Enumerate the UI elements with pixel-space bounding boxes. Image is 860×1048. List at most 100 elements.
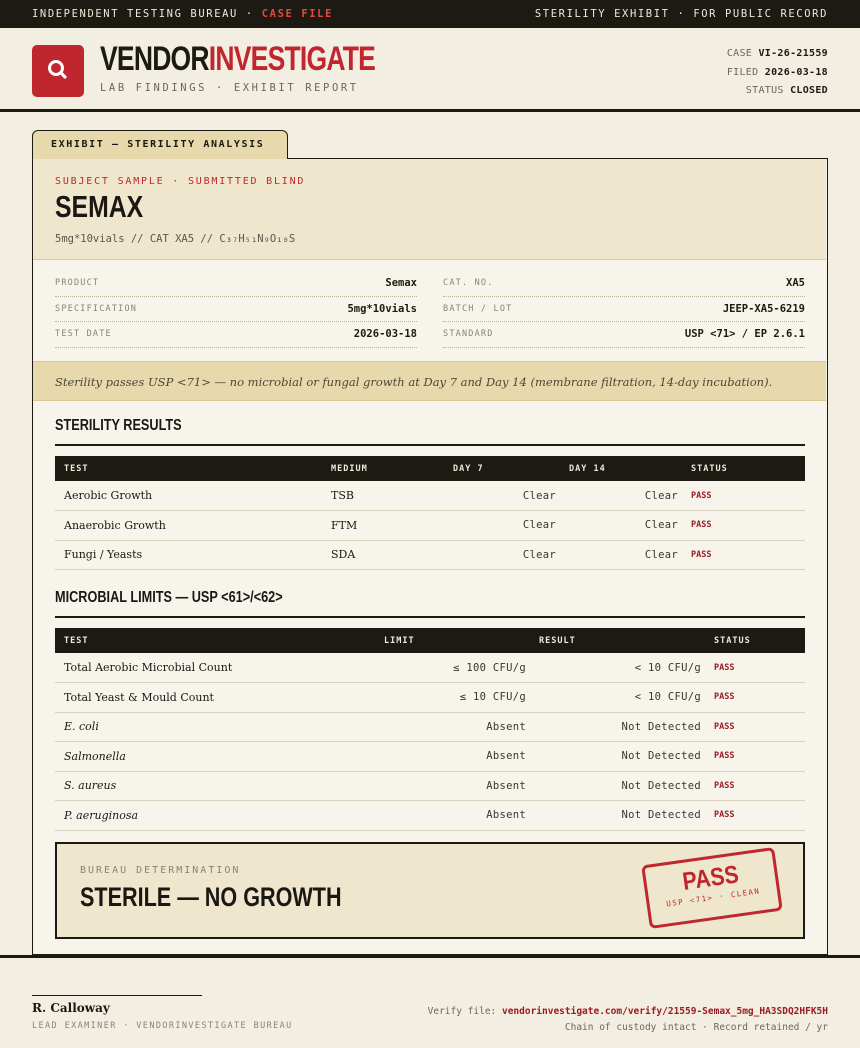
limit: Absent bbox=[375, 712, 530, 742]
test-name: S. aureus bbox=[55, 771, 375, 801]
microbial-section-title: MICROBIAL LIMITS — USP <61>/<62> bbox=[55, 589, 283, 606]
determination-value: STERILE — NO GROWTH bbox=[80, 882, 342, 912]
status-badge: PASS bbox=[705, 771, 805, 801]
spec-row: STANDARD USP <71> / EP 2.6.1 bbox=[443, 322, 805, 348]
medium: SDA bbox=[322, 540, 444, 570]
spec-key: BATCH / LOT bbox=[443, 303, 513, 314]
top-bar-left: INDEPENDENT TESTING BUREAU · CASE FILE bbox=[32, 8, 333, 20]
examiner-name: R. Calloway bbox=[32, 1001, 110, 1015]
spec-key: CAT. NO. bbox=[443, 278, 494, 289]
top-bar: INDEPENDENT TESTING BUREAU · CASE FILE S… bbox=[0, 0, 860, 28]
subject-tag: SUBJECT SAMPLE · SUBMITTED BLIND bbox=[55, 176, 306, 187]
examiner-title: LEAD EXAMINER · VENDORINVESTIGATE BUREAU bbox=[32, 1021, 293, 1031]
signature-line bbox=[32, 995, 202, 996]
table-row: Fungi / Yeasts SDA Clear Clear PASS bbox=[55, 540, 805, 570]
limit: Absent bbox=[375, 741, 530, 772]
spec-column-right: CAT. NO. XA5 BATCH / LOT JEEP-XA5-6219 STA… bbox=[443, 271, 805, 348]
spec-row: BATCH / LOT JEEP-XA5-6219 bbox=[443, 297, 805, 322]
top-bar-right: STERILITY EXHIBIT · FOR PUBLIC RECORD bbox=[534, 8, 828, 20]
header: VENDORINVESTIGATE LAB FINDINGS · EXHIBIT… bbox=[0, 28, 860, 112]
status-badge: PASS bbox=[682, 510, 805, 541]
case-status: CLOSED bbox=[790, 85, 828, 96]
day14-result: Clear bbox=[560, 540, 682, 570]
column-header: DAY 7 bbox=[453, 463, 484, 474]
column-header: STATUS bbox=[714, 635, 751, 646]
subject-description: 5mg*10vials // CAT XA5 // C₃₇H₅₁N₉O₁₀S bbox=[55, 233, 296, 245]
test-name: Total Yeast & Mould Count bbox=[55, 682, 375, 713]
filed-label: FILED bbox=[726, 66, 759, 78]
status-badge: PASS bbox=[705, 682, 805, 713]
column-header: MEDIUM bbox=[331, 463, 368, 474]
result: Not Detected bbox=[530, 712, 705, 742]
test-name: Total Aerobic Microbial Count bbox=[55, 653, 375, 683]
case-file-label: CASE FILE bbox=[261, 8, 334, 20]
test-name: Anaerobic Growth bbox=[55, 510, 322, 541]
bureau-determination: BUREAU DETERMINATION STERILE — NO GROWTH… bbox=[55, 842, 805, 939]
limit: Absent bbox=[375, 800, 530, 831]
sterility-section-title: STERILITY RESULTS bbox=[55, 417, 182, 434]
pass-stamp: PASS USP <71> · CLEAN bbox=[641, 846, 783, 930]
table-header-row: TEST LIMIT RESULT STATUS bbox=[55, 628, 805, 653]
spec-key: PRODUCT bbox=[55, 278, 100, 289]
column-header: LIMIT bbox=[384, 635, 415, 646]
exhibit-panel: SUBJECT SAMPLE · SUBMITTED BLIND SEMAX 5… bbox=[32, 158, 828, 955]
status-badge: PASS bbox=[705, 741, 805, 772]
filed-date: 2026-03-18 bbox=[764, 66, 828, 78]
table-row: Total Aerobic Microbial Count ≤ 100 CFU/… bbox=[55, 653, 805, 683]
test-name: Salmonella bbox=[55, 741, 375, 772]
logo[interactable] bbox=[32, 45, 84, 97]
limit: ≤ 10 CFU/g bbox=[375, 682, 530, 713]
column-header: STATUS bbox=[691, 463, 728, 474]
column-header: DAY 14 bbox=[569, 463, 606, 474]
test-name: Fungi / Yeasts bbox=[55, 540, 322, 570]
status-badge: PASS bbox=[705, 712, 805, 742]
table-row: Anaerobic Growth FTM Clear Clear PASS bbox=[55, 510, 805, 541]
column-header: TEST bbox=[64, 463, 89, 474]
magnifier-icon bbox=[48, 60, 67, 79]
spec-value: Semax bbox=[385, 277, 417, 290]
table-row: Total Yeast & Mould Count ≤ 10 CFU/g < 1… bbox=[55, 682, 805, 713]
status-row: STATUS CLOSED bbox=[727, 82, 828, 101]
spec-row: TEST DATE 2026-03-18 bbox=[55, 322, 417, 348]
brand-part-investigate: INVESTIGATE bbox=[208, 40, 376, 78]
result: < 10 CFU/g bbox=[530, 653, 705, 683]
spec-key: STANDARD bbox=[443, 329, 494, 340]
verify-block: Verify file: vendorinvestigate.com/verif… bbox=[428, 1004, 828, 1036]
status-badge: PASS bbox=[682, 481, 805, 511]
table-row: Salmonella Absent Not Detected PASS bbox=[55, 741, 805, 772]
footer-divider bbox=[0, 955, 860, 958]
case-meta: CASE VI-26-21559 FILED 2026-03-18 STATUS… bbox=[727, 45, 828, 101]
verify-link[interactable]: vendorinvestigate.com/verify/21559-Semax… bbox=[502, 1006, 828, 1017]
spec-value: 2026-03-18 bbox=[353, 328, 417, 341]
result: Not Detected bbox=[530, 771, 705, 801]
verify-label: Verify file: bbox=[427, 1006, 502, 1017]
medium: TSB bbox=[322, 481, 444, 511]
table-row: E. coli Absent Not Detected PASS bbox=[55, 712, 805, 742]
status-badge: PASS bbox=[682, 540, 805, 570]
case-number: VI-26-21559 bbox=[758, 48, 828, 59]
spec-value: USP <71> / EP 2.6.1 bbox=[684, 328, 805, 341]
status-badge: PASS bbox=[705, 800, 805, 831]
table-row: Aerobic Growth TSB Clear Clear PASS bbox=[55, 481, 805, 511]
test-name: E. coli bbox=[55, 712, 375, 742]
spec-row: CAT. NO. XA5 bbox=[443, 271, 805, 297]
day7-result: Clear bbox=[444, 510, 560, 541]
limit: ≤ 100 CFU/g bbox=[375, 653, 530, 683]
spec-row: PRODUCT Semax bbox=[55, 271, 417, 297]
brand-subtitle: LAB FINDINGS · EXHIBIT REPORT bbox=[100, 82, 359, 94]
sterility-table: TEST MEDIUM DAY 7 DAY 14 STATUS Aerobic … bbox=[55, 456, 805, 570]
verify-line: Verify file: vendorinvestigate.com/verif… bbox=[428, 1004, 828, 1020]
table-row: P. aeruginosa Absent Not Detected PASS bbox=[55, 800, 805, 831]
microbial-table: TEST LIMIT RESULT STATUS Total Aerobic M… bbox=[55, 628, 805, 831]
spec-value: XA5 bbox=[786, 277, 805, 290]
result: < 10 CFU/g bbox=[530, 682, 705, 713]
exhibit-tab[interactable]: EXHIBIT — STERILITY ANALYSIS bbox=[32, 130, 288, 159]
brand-part-vendor: VENDOR bbox=[100, 40, 210, 78]
subject-title: SEMAX bbox=[55, 189, 144, 224]
result: Not Detected bbox=[530, 741, 705, 772]
column-header: RESULT bbox=[539, 635, 576, 646]
test-name: Aerobic Growth bbox=[55, 481, 322, 511]
spec-row: SPECIFICATION 5mg*10vials bbox=[55, 297, 417, 322]
table-header-row: TEST MEDIUM DAY 7 DAY 14 STATUS bbox=[55, 456, 805, 481]
section-divider bbox=[55, 444, 805, 446]
